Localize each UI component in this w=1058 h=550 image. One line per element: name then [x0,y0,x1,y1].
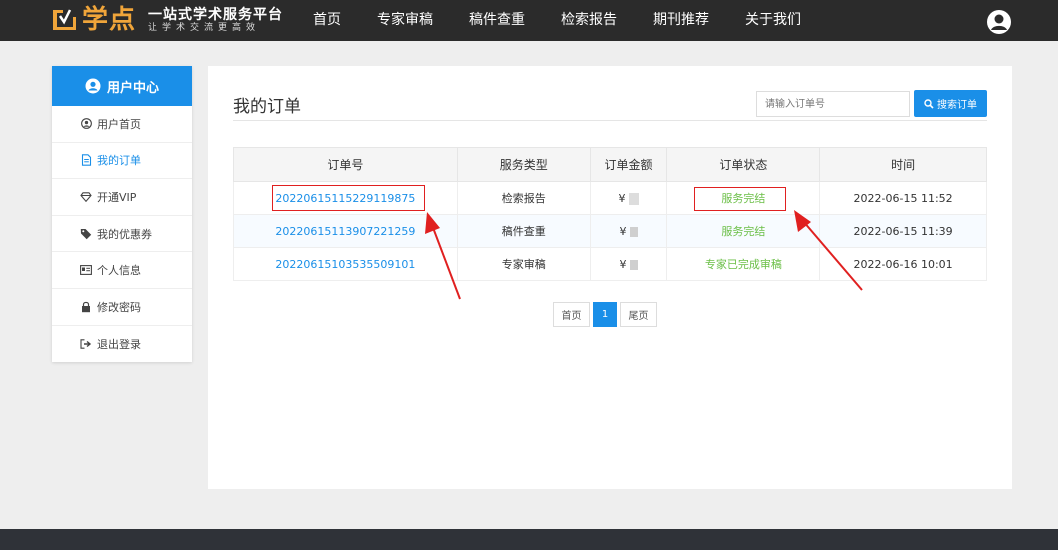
amount-cell: ¥ [589,181,668,215]
order-status: 专家已完成审稿 [704,258,782,271]
search-button-label: 搜索订单 [937,100,977,111]
order-status: 服务完结 [721,225,766,238]
sidebar-item-logout[interactable]: 退出登录 [52,326,192,363]
nav-item-expert-review[interactable]: 专家审稿 [359,0,451,41]
nav-item-plagiarism-check[interactable]: 稿件查重 [451,0,543,41]
site-logo[interactable]: 学点 一站式学术服务平台 让学术交流更高效 [50,5,283,35]
column-header: 时间 [819,147,987,182]
top-nav-bar: 学点 一站式学术服务平台 让学术交流更高效 首页 专家审稿 稿件查重 检索报告 … [0,0,1058,41]
nav-item-journal-recommend[interactable]: 期刊推荐 [635,0,727,41]
annotation-box-order-status [694,187,786,211]
page-title: 我的订单 [233,97,301,117]
user-circle-icon [85,78,101,94]
nav-item-search-report[interactable]: 检索报告 [543,0,635,41]
service-type-cell: 检索报告 [456,181,591,215]
document-icon [80,154,92,167]
sidebar-item-label: 个人信息 [97,264,141,278]
table-row: 20220615113907221259 稿件查重 ¥ 服务完结 2022-06… [233,214,987,248]
amount-cell: ¥ [589,214,668,248]
table-row: 20220615103535509101 专家审稿 ¥ 专家已完成审稿 2022… [233,247,987,281]
sidebar-item-open-vip[interactable]: 开通VIP [52,179,192,216]
sidebar-item-my-orders[interactable]: 我的订单 [52,143,192,180]
brand-slogan: 一站式学术服务平台 让学术交流更高效 [148,6,284,33]
redacted-amount [629,226,638,237]
tag-icon [80,228,92,240]
sidebar-item-label: 开通VIP [97,190,137,204]
orders-table: 订单号 服务类型 订单金额 订单状态 时间 202206151152291198… [233,147,987,281]
column-header: 订单金额 [589,147,668,182]
current-page-button[interactable]: 1 [593,302,617,327]
search-orders-button[interactable]: 搜索订单 [914,90,987,117]
user-center-sidebar: 用户中心 用户首页 我的订单 开通VIP 我的优惠券 个人信息 修改密码 退出登… [52,66,192,362]
order-search-input[interactable] [756,91,910,117]
service-type-cell: 专家审稿 [456,247,591,281]
order-number-link[interactable]: 20220615113907221259 [275,225,415,238]
time-cell: 2022-06-16 10:01 [819,247,987,281]
service-type-cell: 稿件查重 [456,214,591,248]
sidebar-title: 用户中心 [106,80,159,96]
sidebar-item-user-home[interactable]: 用户首页 [52,106,192,143]
id-card-icon [80,264,92,276]
column-header: 订单状态 [666,147,821,182]
sidebar-item-change-password[interactable]: 修改密码 [52,289,192,326]
column-header: 服务类型 [456,147,591,182]
main-nav: 首页 专家审稿 稿件查重 检索报告 期刊推荐 关于我们 [295,0,819,41]
time-cell: 2022-06-15 11:52 [819,181,987,215]
annotation-box-order-number [272,185,425,211]
sign-out-icon [80,338,92,350]
pagination: 首页 1 尾页 [553,302,657,327]
last-page-button[interactable]: 尾页 [620,302,657,327]
amount-cell: ¥ [589,247,668,281]
search-icon [924,98,934,109]
sidebar-header: 用户中心 [52,66,192,106]
column-header: 订单号 [233,147,458,182]
redacted-amount [628,192,639,205]
brand-name: 学点 [82,5,137,35]
sidebar-item-coupons[interactable]: 我的优惠券 [52,216,192,253]
sidebar-item-label: 修改密码 [97,300,141,314]
sidebar-item-label: 用户首页 [97,117,141,131]
sidebar-item-label: 我的订单 [97,154,141,168]
lock-icon [80,301,92,313]
nav-item-about[interactable]: 关于我们 [727,0,819,41]
user-circle-icon [80,118,92,130]
title-divider [233,120,987,121]
first-page-button[interactable]: 首页 [553,302,590,327]
page-footer [0,529,1058,550]
orders-panel: 我的订单 搜索订单 订单号 服务类型 订单金额 订单状态 时间 20220615… [208,66,1012,489]
logo-mark-icon [50,6,80,34]
order-number-link[interactable]: 20220615103535509101 [275,258,415,271]
sidebar-item-label: 我的优惠券 [97,227,152,241]
redacted-amount [629,259,638,270]
diamond-icon [80,191,92,203]
user-avatar-icon[interactable] [986,9,1012,35]
time-cell: 2022-06-15 11:39 [819,214,987,248]
sidebar-item-personal-info[interactable]: 个人信息 [52,252,192,289]
table-header-row: 订单号 服务类型 订单金额 订单状态 时间 [233,147,987,182]
sidebar-item-label: 退出登录 [97,337,141,351]
nav-item-home[interactable]: 首页 [295,0,359,41]
